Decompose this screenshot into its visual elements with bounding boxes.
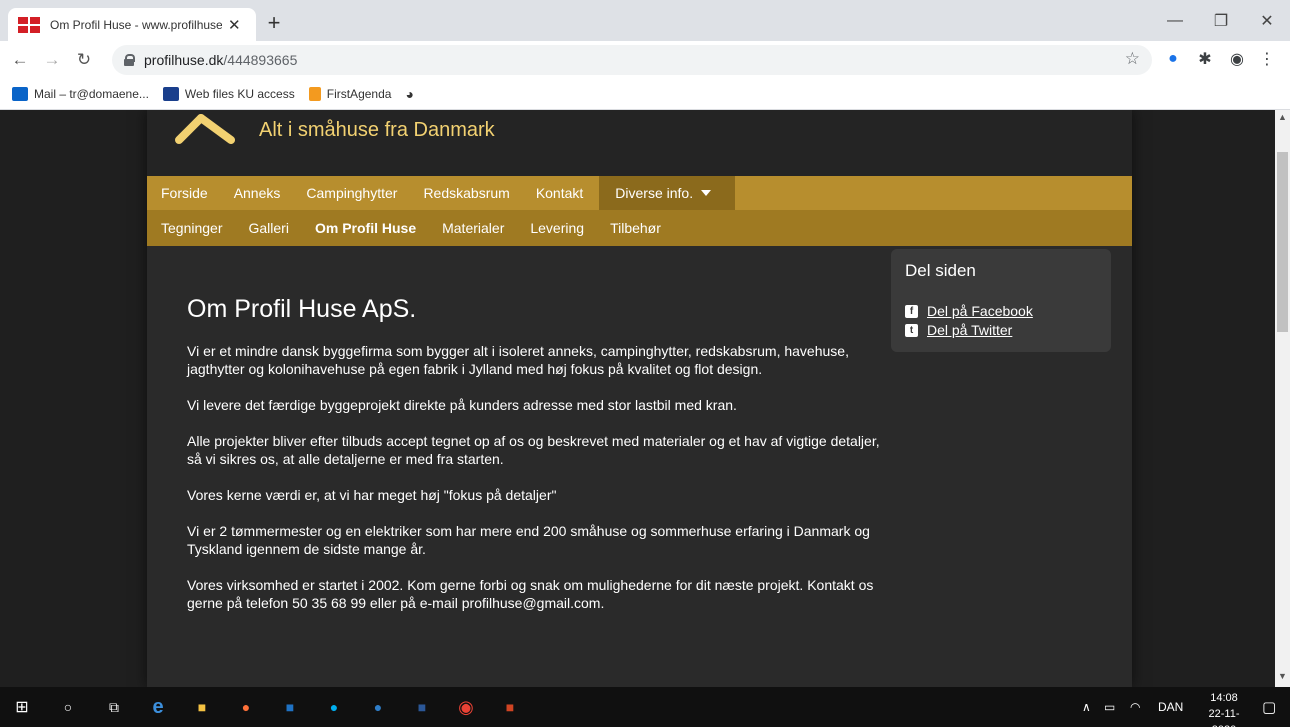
profile-avatar-icon[interactable]: ◉	[1226, 48, 1248, 70]
url-text: profilhuse.dk/444893665	[144, 52, 298, 68]
paragraph: Alle projekter bliver efter tilbuds acce…	[187, 433, 880, 467]
bookmark-star-icon[interactable]: ☆	[1125, 49, 1140, 69]
lock-icon	[124, 54, 135, 66]
windows-taskbar: ⊞ ○ ⧉ e ■ ● ■ ● ● ■ ◉ ■ ∧ ▭ ◠ DAN 14:08 …	[0, 687, 1290, 727]
taskbar-clock[interactable]: 14:08 22-11-2020	[1198, 690, 1250, 727]
nav-redskabsrum[interactable]: Redskabsrum	[423, 185, 509, 201]
page-scrollbar[interactable]: ▲ ▼	[1275, 110, 1290, 687]
globe-icon: ◕	[405, 86, 414, 102]
site-container: Alt i småhuse fra Danmark Forside Anneks…	[147, 110, 1132, 687]
scroll-thumb[interactable]	[1277, 152, 1288, 332]
site-header: Alt i småhuse fra Danmark	[147, 110, 1132, 176]
site-tagline: Alt i småhuse fra Danmark	[259, 119, 495, 141]
main-content: Om Profil Huse ApS. Vi er et mindre dans…	[187, 295, 897, 630]
nav-kontakt[interactable]: Kontakt	[536, 185, 583, 201]
skype-icon[interactable]: ●	[322, 695, 346, 719]
tab-close-icon[interactable]: ✕	[228, 16, 241, 34]
webfiles-icon	[162, 87, 179, 101]
firstagenda-icon	[308, 87, 321, 101]
close-window-button[interactable]: ✕	[1244, 0, 1290, 41]
bookmark-globe[interactable]: ◕	[405, 86, 413, 102]
nav-tilbehor[interactable]: Tilbehør	[610, 220, 661, 236]
house-roof-logo-icon	[175, 114, 235, 144]
bookmark-webfiles[interactable]: Web files KU access	[162, 87, 295, 101]
share-title: Del siden	[905, 261, 976, 280]
new-tab-button[interactable]: +	[262, 11, 286, 35]
wifi-icon[interactable]: ◠	[1130, 687, 1140, 727]
facebook-icon: f	[905, 304, 918, 318]
nav-campinghytter[interactable]: Campinghytter	[306, 185, 397, 201]
caret-down-icon	[701, 190, 712, 196]
outlook-taskbar-icon[interactable]: ■	[278, 695, 302, 719]
address-bar[interactable]: profilhuse.dk/444893665 ☆	[112, 45, 1152, 75]
browser-tab[interactable]: Om Profil Huse - www.profilhuse ✕	[8, 8, 256, 41]
paragraph: Vores virksomhed er startet i 2002. Kom …	[187, 577, 874, 611]
page-viewport: Alt i småhuse fra Danmark Forside Anneks…	[0, 110, 1275, 687]
share-box: Del siden f Del på Facebook t Del på Twi…	[891, 249, 1111, 352]
nav-galleri[interactable]: Galleri	[249, 220, 289, 236]
nav-forside[interactable]: Forside	[161, 185, 208, 201]
search-icon[interactable]: ○	[56, 695, 80, 719]
outlook-icon	[12, 87, 28, 101]
page-title: Om Profil Huse ApS.	[187, 295, 417, 323]
bookmarks-bar: Mail – tr@domaene... Web files KU access…	[0, 79, 1290, 110]
nav-diverse-dropdown[interactable]: Diverse info.	[599, 176, 736, 210]
paragraph: Vi levere det færdige byggeprojekt direk…	[187, 397, 737, 413]
extension-circle-icon[interactable]: ●	[1162, 48, 1184, 70]
tab-title: Om Profil Huse - www.profilhuse	[50, 17, 222, 32]
share-facebook-link[interactable]: f Del på Facebook	[905, 303, 1097, 319]
battery-icon[interactable]: ▭	[1104, 687, 1115, 727]
edge-icon[interactable]: e	[146, 695, 170, 719]
scroll-up-icon[interactable]: ▲	[1275, 112, 1290, 126]
language-indicator[interactable]: DAN	[1158, 687, 1183, 727]
profilhuse-favicon-icon	[18, 16, 40, 33]
forward-icon[interactable]: →	[40, 48, 64, 72]
nav-anneks[interactable]: Anneks	[234, 185, 281, 201]
secondary-nav: Tegninger Galleri Om Profil Huse Materia…	[147, 210, 1132, 246]
bookmark-mail[interactable]: Mail – tr@domaene...	[12, 87, 149, 101]
word-icon[interactable]: ■	[410, 695, 434, 719]
primary-nav: Forside Anneks Campinghytter Redskabsrum…	[147, 176, 1132, 210]
paragraph: Vores kerne værdi er, at vi har meget hø…	[187, 487, 557, 503]
restore-button[interactable]: ❐	[1198, 0, 1244, 41]
extensions-puzzle-icon[interactable]: ✱	[1194, 48, 1216, 70]
twitter-icon: t	[905, 323, 918, 337]
tray-chevron-icon[interactable]: ∧	[1082, 687, 1091, 727]
browser-toolbar: ← → ↻ profilhuse.dk/444893665 ☆	[0, 41, 1290, 79]
back-icon[interactable]: ←	[8, 48, 32, 72]
file-explorer-icon[interactable]: ■	[190, 695, 214, 719]
scroll-down-icon[interactable]: ▼	[1275, 671, 1290, 685]
tab-strip: Om Profil Huse - www.profilhuse ✕ + — ❐ …	[0, 0, 1290, 41]
nav-materialer[interactable]: Materialer	[442, 220, 504, 236]
powerpoint-icon[interactable]: ■	[498, 695, 522, 719]
firefox-icon[interactable]: ●	[234, 695, 258, 719]
nav-om-profil-huse[interactable]: Om Profil Huse	[315, 220, 416, 236]
windows-start-icon[interactable]: ⊞	[10, 695, 34, 719]
paragraph: Vi er 2 tømmermester og en elektriker so…	[187, 523, 870, 557]
menu-kebab-icon[interactable]: ⋮	[1256, 48, 1278, 70]
share-twitter-link[interactable]: t Del på Twitter	[905, 322, 1097, 338]
nav-tegninger[interactable]: Tegninger	[161, 220, 223, 236]
task-view-icon[interactable]: ⧉	[102, 695, 126, 719]
nav-levering[interactable]: Levering	[530, 220, 584, 236]
skype-business-icon[interactable]: ●	[366, 695, 390, 719]
minimize-button[interactable]: —	[1152, 0, 1198, 41]
bookmark-firstagenda[interactable]: FirstAgenda	[308, 87, 391, 101]
notifications-icon[interactable]: ▢	[1262, 687, 1276, 727]
reload-icon[interactable]: ↻	[72, 48, 96, 72]
paragraph: Vi er et mindre dansk byggefirma som byg…	[187, 343, 849, 377]
chrome-icon[interactable]: ◉	[454, 695, 478, 719]
